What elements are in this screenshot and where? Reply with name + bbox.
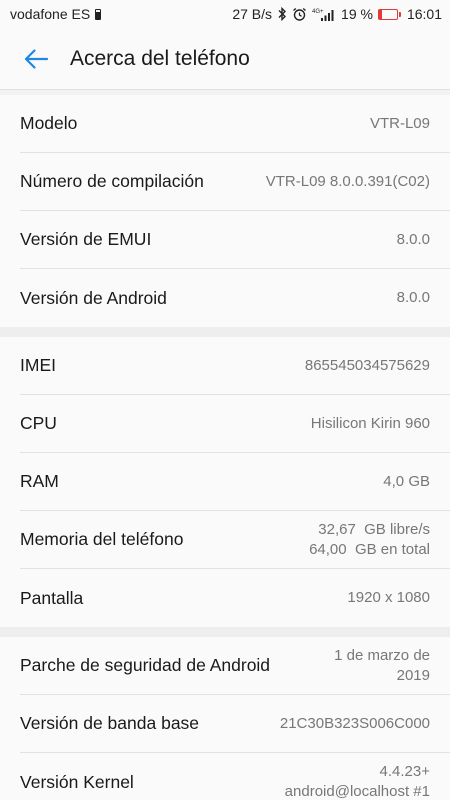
alarm-icon xyxy=(292,7,307,22)
svg-text:4G+: 4G+ xyxy=(312,9,324,15)
value-line: 4.4.23+ xyxy=(379,763,430,780)
page-title: Acerca del teléfono xyxy=(70,46,250,70)
row-label: Memoria del teléfono xyxy=(20,529,184,549)
row-modelo[interactable]: Modelo VTR-L09 xyxy=(20,95,450,153)
row-baseband-version[interactable]: Versión de banda base 21C30B323S006C000 xyxy=(20,695,450,753)
row-label: Parche de seguridad de Android xyxy=(20,655,271,675)
battery-icon xyxy=(377,8,401,20)
row-label: Número de compilación xyxy=(20,171,204,191)
net-speed: 27 B/s xyxy=(232,6,273,22)
row-value: 32,67 GB libre/s 64,00 GB en total xyxy=(309,520,430,560)
section-hardware-info: IMEI 865545034575629 CPU Hisilicon Kirin… xyxy=(0,337,450,627)
value-line: 865545034575629 xyxy=(304,356,430,374)
arrow-left-icon xyxy=(24,48,49,69)
value-line: 2019 xyxy=(396,666,430,684)
bluetooth-icon xyxy=(277,7,287,21)
row-value: VTR-L09 8.0.0.391(C02) xyxy=(266,172,430,192)
value-line: 1 de marzo de xyxy=(334,646,430,664)
back-button[interactable] xyxy=(20,43,52,75)
app-bar: Acerca del teléfono xyxy=(0,28,450,90)
row-value: 1 de marzo de 2019 xyxy=(334,646,430,686)
about-phone-screen: vodafone ES 27 B/s 4G+ 19 % 16:01 Acerca… xyxy=(0,0,450,800)
battery-level-fill xyxy=(378,9,383,19)
status-left: vodafone ES xyxy=(10,6,102,22)
clock: 16:01 xyxy=(406,6,442,22)
row-value: 21C30B323S006C000 xyxy=(280,714,430,734)
sim-battery-icon xyxy=(95,8,102,20)
row-kernel-version[interactable]: Versión Kernel 4.4.23+ android@localhost… xyxy=(20,753,450,800)
signal-icon: 4G+ xyxy=(312,7,336,22)
value-line: android@localhost #1 xyxy=(284,783,430,800)
section-software-info: Parche de seguridad de Android 1 de marz… xyxy=(0,637,450,800)
row-value: Hisilicon Kirin 960 xyxy=(311,414,430,434)
row-screen-resolution[interactable]: Pantalla 1920 x 1080 xyxy=(20,569,450,627)
value-line: 1920 x 1080 xyxy=(347,589,430,606)
row-label: Versión Kernel xyxy=(20,771,134,792)
row-cpu[interactable]: CPU Hisilicon Kirin 960 xyxy=(20,395,450,453)
row-value: 4.4.23+ android@localhost #1 xyxy=(285,762,430,800)
battery-percent: 19 % xyxy=(341,6,373,22)
value-line: Hisilicon Kirin 960 xyxy=(310,414,430,432)
value-line: 4,0 GB xyxy=(383,472,430,490)
row-security-patch[interactable]: Parche de seguridad de Android 1 de marz… xyxy=(20,637,450,695)
row-value: 8.0.0 xyxy=(397,288,430,308)
section-divider xyxy=(0,627,450,637)
row-label: CPU xyxy=(20,413,57,433)
row-phone-storage[interactable]: Memoria del teléfono 32,67 GB libre/s 64… xyxy=(20,511,450,569)
value-line: 8.0.0 xyxy=(396,230,430,248)
row-label: IMEI xyxy=(20,355,56,375)
row-value: 4,0 GB xyxy=(383,472,430,492)
row-label: Modelo xyxy=(20,113,78,133)
row-ram[interactable]: RAM 4,0 GB xyxy=(20,453,450,511)
value-line: 21C30B323S006C000 xyxy=(279,714,430,732)
row-android-version[interactable]: Versión de Android 8.0.0 xyxy=(20,269,450,327)
status-right: 27 B/s 4G+ 19 % 16:01 xyxy=(232,6,442,22)
value-line: VTR-L09 xyxy=(369,114,430,132)
value-line: 8.0.0 xyxy=(396,289,430,306)
row-label: Pantalla xyxy=(20,587,84,608)
section-divider xyxy=(0,327,450,337)
value-line: VTR-L09 8.0.0.391(C02) xyxy=(265,172,430,190)
row-emui-version[interactable]: Versión de EMUI 8.0.0 xyxy=(20,211,450,269)
row-value: 865545034575629 xyxy=(305,356,430,376)
row-value: 8.0.0 xyxy=(397,230,430,250)
row-label: Versión de Android xyxy=(20,287,167,308)
row-value: 1920 x 1080 xyxy=(347,588,430,608)
value-line: 64,00 GB en total xyxy=(309,540,430,558)
row-build-number[interactable]: Número de compilación VTR-L09 8.0.0.391(… xyxy=(20,153,450,211)
row-value: VTR-L09 xyxy=(370,114,430,134)
section-device-info: Modelo VTR-L09 Número de compilación VTR… xyxy=(0,95,450,327)
row-label: Versión de EMUI xyxy=(20,229,152,249)
carrier-name: vodafone ES xyxy=(10,6,91,22)
status-bar: vodafone ES 27 B/s 4G+ 19 % 16:01 xyxy=(0,0,450,28)
row-label: Versión de banda base xyxy=(20,713,200,733)
value-line: 32,67 GB libre/s xyxy=(318,520,430,538)
row-imei[interactable]: IMEI 865545034575629 xyxy=(20,337,450,395)
row-label: RAM xyxy=(20,471,59,491)
